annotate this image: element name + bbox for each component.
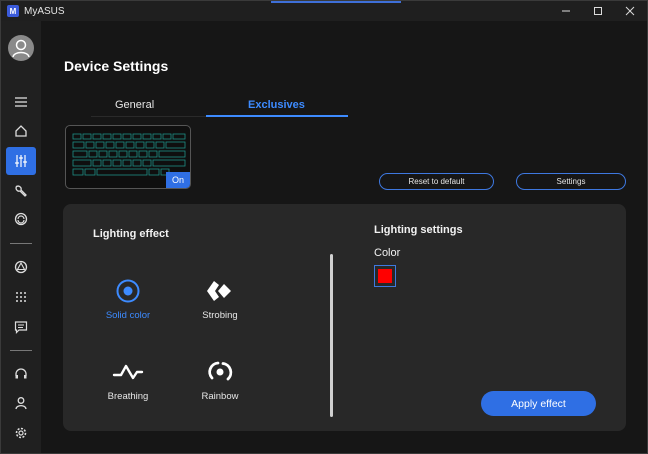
window-title: MyASUS	[24, 5, 65, 17]
nav-account[interactable]	[6, 389, 36, 417]
maximize-button[interactable]	[581, 1, 615, 21]
headset-icon	[15, 368, 27, 379]
close-icon	[625, 6, 635, 16]
tab-general[interactable]: General	[115, 99, 154, 111]
nav-device-settings[interactable]	[6, 147, 36, 175]
effect-label: Rainbow	[201, 391, 239, 402]
user-avatar[interactable]	[8, 35, 34, 61]
menu-button[interactable]	[6, 88, 36, 116]
breathing-icon	[112, 364, 144, 380]
lighting-panel: Lighting effect Solid color Strobing Bre…	[63, 204, 626, 431]
main-content: Device Settings General Exclusives On Re…	[41, 21, 647, 453]
maximize-icon	[594, 7, 602, 15]
message-icon	[14, 321, 28, 334]
effect-label: Solid color	[105, 310, 151, 321]
nav-news[interactable]	[6, 313, 36, 341]
settings-button[interactable]: Settings	[516, 173, 626, 190]
sidebar	[1, 21, 41, 453]
minimize-icon	[562, 10, 570, 12]
hamburger-menu-icon	[15, 97, 27, 107]
home-icon	[15, 125, 27, 137]
nav-home[interactable]	[6, 117, 36, 145]
nav-update[interactable]	[6, 205, 36, 233]
active-tab-indicator	[206, 115, 348, 117]
nav-link[interactable]	[6, 253, 36, 281]
tab-exclusives[interactable]: Exclusives	[248, 99, 305, 111]
title-accent-line	[271, 1, 401, 3]
wrench-icon	[15, 185, 27, 197]
color-label: Color	[374, 247, 401, 259]
effect-breathing[interactable]: Breathing	[88, 357, 168, 402]
minimize-button[interactable]	[549, 1, 583, 21]
nav-settings[interactable]	[6, 419, 36, 447]
color-swatch[interactable]	[374, 265, 396, 287]
effect-rainbow[interactable]: Rainbow	[180, 357, 260, 402]
color-swatch-fill	[378, 269, 392, 283]
sidebar-separator	[10, 243, 32, 244]
sidebar-separator	[10, 350, 32, 351]
user-avatar-icon	[12, 39, 30, 58]
reset-to-default-button[interactable]: Reset to default	[379, 173, 494, 190]
effect-label: Strobing	[202, 310, 238, 321]
panel-divider-scrollbar[interactable]	[330, 254, 333, 417]
sliders-icon	[15, 155, 27, 167]
app-window: M MyASUS Device Settings General Exclusi…	[0, 0, 648, 454]
nav-support[interactable]	[6, 360, 36, 388]
nav-apps[interactable]	[6, 283, 36, 311]
nav-system-diagnosis[interactable]	[6, 177, 36, 205]
close-button[interactable]	[613, 1, 647, 21]
solid-color-icon	[116, 279, 140, 303]
effect-strobing[interactable]: Strobing	[180, 276, 260, 321]
effect-solid-color[interactable]: Solid color	[88, 276, 168, 321]
gear-icon	[15, 427, 27, 439]
refresh-sync-icon	[14, 212, 28, 226]
strobing-icon	[207, 281, 231, 301]
keyboard-status-badge: On	[166, 172, 190, 188]
keyboard-lighting-card[interactable]: On	[65, 125, 191, 189]
apply-effect-button[interactable]: Apply effect	[481, 391, 596, 416]
page-title: Device Settings	[64, 58, 169, 74]
effect-label: Breathing	[107, 391, 149, 402]
lighting-settings-heading: Lighting settings	[374, 224, 463, 236]
lighting-effect-heading: Lighting effect	[93, 228, 169, 240]
myasus-logo-icon: M	[7, 5, 19, 17]
rainbow-icon	[208, 361, 233, 381]
grid-dots-icon	[16, 292, 26, 302]
person-icon	[15, 397, 27, 410]
title-bar: M MyASUS	[1, 1, 647, 21]
triangle-circle-icon	[14, 260, 28, 274]
